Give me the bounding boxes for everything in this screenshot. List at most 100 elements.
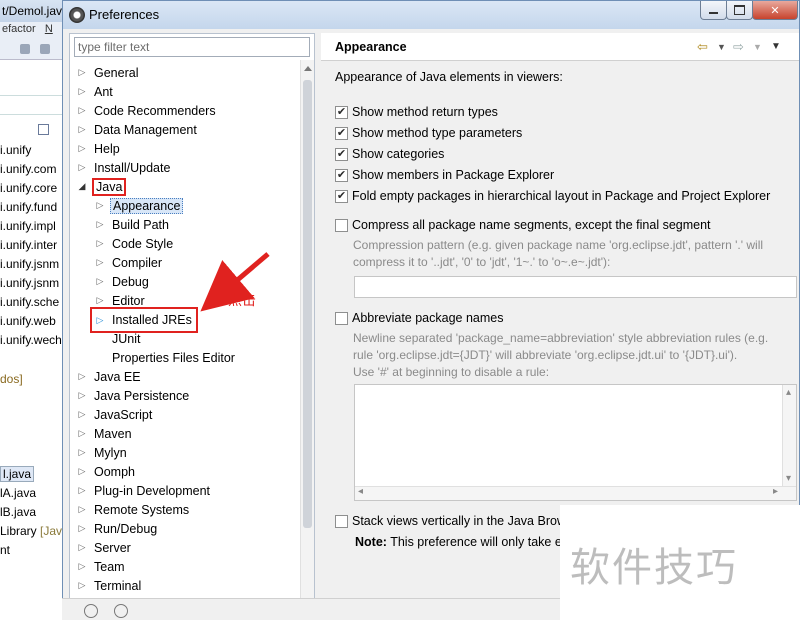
checkbox-box[interactable] [335, 311, 348, 325]
expand-arrow-icon[interactable]: ▷ [76, 139, 88, 158]
tree-scrollbar[interactable] [300, 60, 314, 600]
tree-item-java-ee[interactable]: ▷ Java EE [76, 367, 143, 386]
tree-item-oomph[interactable]: ▷ Oomph [76, 462, 137, 481]
textarea-horizontal-scrollbar[interactable] [355, 486, 796, 500]
maximize-button[interactable] [726, 1, 753, 20]
scroll-up-icon[interactable] [304, 66, 312, 71]
checkbox-stack-views-vertically[interactable]: Stack views vertically in the Java Brows [335, 514, 572, 528]
checkbox-box[interactable] [335, 218, 348, 232]
tree-item-java-persistence[interactable]: ▷ Java Persistence [76, 386, 191, 405]
tree-item-code-style[interactable]: ▷ Code Style [94, 234, 175, 253]
tree-item-build-path[interactable]: ▷ Build Path [94, 215, 171, 234]
expand-arrow-icon[interactable]: ▷ [76, 386, 88, 405]
expand-arrow-icon[interactable]: ▷ [76, 576, 88, 595]
checkbox-show-method-return-types[interactable]: ✔ Show method return types [335, 105, 498, 119]
background-tree-row: i.unify.impl [0, 219, 56, 233]
tree-item-mylyn[interactable]: ▷ Mylyn [76, 443, 129, 462]
tree-item-run-debug[interactable]: ▷ Run/Debug [76, 519, 159, 538]
checkbox-check-icon[interactable]: ✔ [335, 147, 348, 161]
expand-arrow-icon[interactable]: ▷ [76, 557, 88, 576]
checkbox-show-members-in-package-explorer[interactable]: ✔ Show members in Package Explorer [335, 168, 554, 182]
tree-item-javascript[interactable]: ▷ JavaScript [76, 405, 154, 424]
tree-item-debug[interactable]: ▷ Debug [94, 272, 151, 291]
expand-arrow-icon[interactable]: ▷ [76, 405, 88, 424]
tree-item-plugin-development[interactable]: ▷ Plug-in Development [76, 481, 212, 500]
background-view-tab [0, 95, 66, 115]
checkbox-abbreviate-package-names[interactable]: Abbreviate package names [335, 311, 503, 325]
tree-item-label: Oomph [94, 464, 135, 479]
expand-arrow-icon[interactable]: ▷ [94, 196, 106, 215]
background-library-row: Library [Jav [0, 524, 62, 538]
expand-arrow-icon[interactable]: ▷ [76, 101, 88, 120]
tree-item-maven[interactable]: ▷ Maven [76, 424, 134, 443]
watermark-text: 软件技巧 [570, 545, 738, 591]
import-export-icon[interactable] [114, 604, 128, 618]
expand-arrow-icon[interactable]: ▷ [76, 120, 88, 139]
expand-arrow-icon[interactable]: ▷ [76, 63, 88, 82]
intro-text: Appearance of Java elements in viewers: [335, 70, 563, 84]
expand-arrow-icon[interactable]: ▷ [76, 538, 88, 557]
expand-arrow-icon[interactable]: ▷ [94, 272, 106, 291]
title-bar[interactable]: Preferences ✕ [63, 1, 799, 29]
checkbox-check-icon[interactable]: ✔ [335, 126, 348, 140]
tree-item-label: Java Persistence [94, 388, 190, 403]
tree-item-help[interactable]: ▷ Help [76, 139, 122, 158]
textarea-vertical-scrollbar[interactable] [782, 385, 796, 500]
expand-arrow-icon[interactable]: ▷ [76, 519, 88, 538]
expand-arrow-icon[interactable]: ▷ [76, 443, 88, 462]
tree-item-terminal[interactable]: ▷ Terminal [76, 576, 143, 595]
tree-item-server[interactable]: ▷ Server [76, 538, 133, 557]
checkbox-check-icon[interactable]: ✔ [335, 105, 348, 119]
help-icon[interactable] [84, 604, 98, 618]
checkbox-check-icon[interactable]: ✔ [335, 168, 348, 182]
tree-item-properties-files-editor[interactable]: Properties Files Editor [94, 348, 237, 367]
tree-item-ant[interactable]: ▷ Ant [76, 82, 115, 101]
expand-arrow-icon[interactable]: ▷ [94, 253, 106, 272]
back-history-dropdown-icon[interactable]: ▼ [717, 42, 726, 52]
checkbox-show-categories[interactable]: ✔ Show categories [335, 147, 444, 161]
expand-arrow-icon[interactable]: ▷ [76, 500, 88, 519]
forward-history-dropdown-icon[interactable]: ▼ [753, 42, 762, 52]
checkbox-compress-package-names[interactable]: Compress all package name segments, exce… [335, 218, 711, 232]
tree-item-java[interactable]: ◢ Java [76, 177, 127, 196]
tree-item-data-management[interactable]: ▷ Data Management [76, 120, 199, 139]
tree-item-label: General [94, 65, 139, 80]
expand-arrow-icon[interactable]: ▷ [76, 481, 88, 500]
minimize-button[interactable] [700, 1, 727, 20]
tree-item-remote-systems[interactable]: ▷ Remote Systems [76, 500, 191, 519]
filter-input[interactable] [74, 37, 310, 57]
checkbox-box[interactable] [335, 514, 348, 528]
tree-item-compiler[interactable]: ▷ Compiler [94, 253, 164, 272]
expand-arrow-icon[interactable]: ▷ [94, 234, 106, 253]
tree-item-appearance[interactable]: ▷ Appearance [94, 196, 184, 215]
background-workbench: t/Demol.java efactor N i.unify i.unify.c… [0, 0, 66, 620]
expand-arrow-icon[interactable]: ▷ [76, 158, 88, 177]
tree-item-general[interactable]: ▷ General [76, 63, 140, 82]
tree-item-junit[interactable]: JUnit [94, 329, 142, 348]
close-button[interactable]: ✕ [752, 1, 798, 20]
collapse-arrow-icon[interactable]: ◢ [76, 177, 88, 196]
scrollbar-thumb[interactable] [303, 80, 312, 528]
view-menu-icon[interactable]: ▼ [771, 41, 781, 52]
expand-arrow-icon[interactable]: ▷ [94, 215, 106, 234]
checkbox-check-icon[interactable]: ✔ [335, 189, 348, 203]
tree-item-label: Maven [94, 426, 132, 441]
tree-item-label: Installed JREs [112, 313, 192, 327]
expand-arrow-icon[interactable]: ▷ [76, 424, 88, 443]
forward-arrow-icon[interactable]: ⇨ [733, 39, 744, 55]
compression-pattern-input[interactable] [354, 276, 797, 298]
tree-item-code-recommenders[interactable]: ▷ Code Recommenders [76, 101, 218, 120]
back-arrow-icon[interactable]: ⇦ [697, 39, 708, 55]
expand-arrow-icon[interactable]: ▷ [76, 367, 88, 386]
expand-arrow-icon[interactable]: ▷ [76, 82, 88, 101]
expand-arrow-icon[interactable]: ▷ [94, 311, 106, 330]
background-pause-icon [40, 44, 50, 54]
expand-arrow-icon[interactable]: ▷ [76, 462, 88, 481]
checkbox-fold-empty-packages[interactable]: ✔ Fold empty packages in hierarchical lay… [335, 189, 770, 203]
tree-item-team[interactable]: ▷ Team [76, 557, 127, 576]
tree-item-install-update[interactable]: ▷ Install/Update [76, 158, 172, 177]
abbreviation-rules-textarea[interactable] [354, 384, 797, 501]
checkbox-show-method-type-parameters[interactable]: ✔ Show method type parameters [335, 126, 522, 140]
tree-item-label: JavaScript [94, 407, 153, 422]
note-body: This preference will only take e [390, 535, 562, 549]
